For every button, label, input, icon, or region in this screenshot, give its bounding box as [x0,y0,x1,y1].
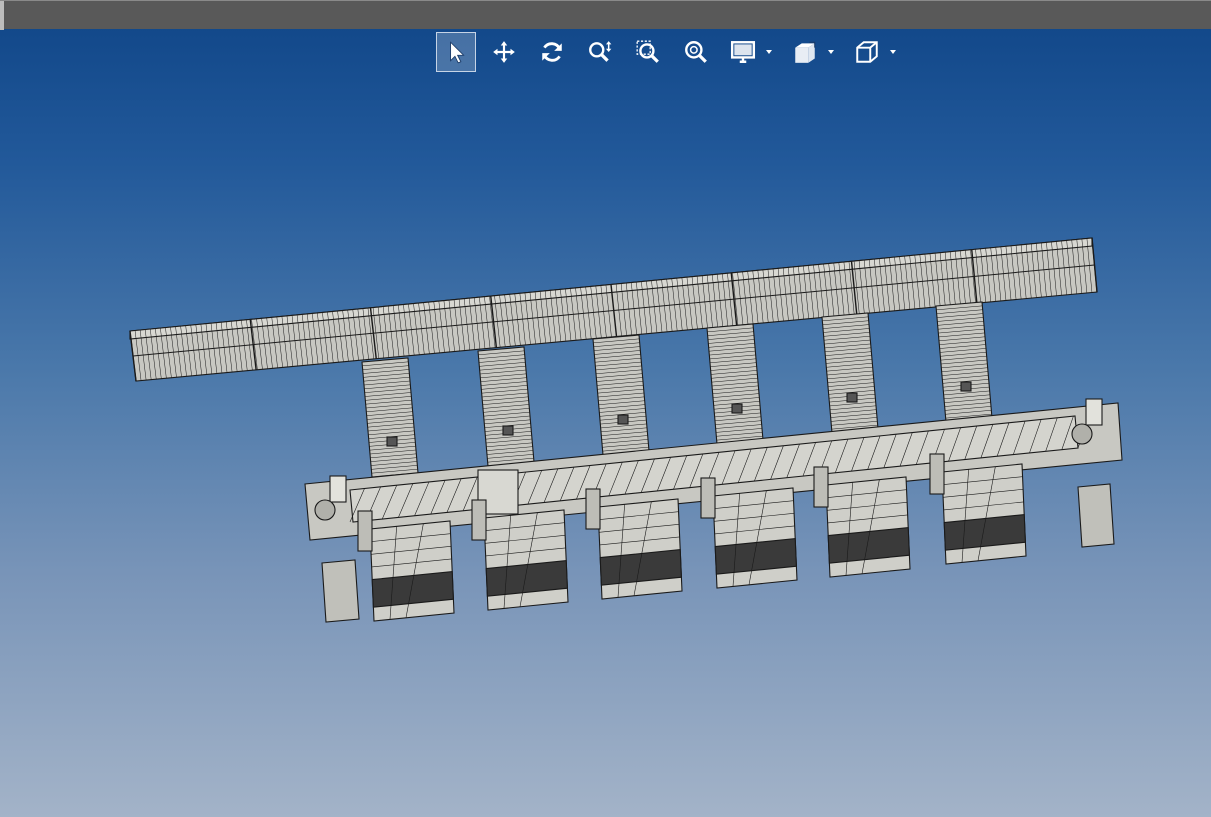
model-geometry [129,237,1123,623]
bin-actuator [929,453,945,495]
lane-sensor [386,436,398,447]
left-gearbox [314,499,336,521]
conveyor-assembly-model[interactable] [0,29,1211,817]
lane-sensor [502,425,514,436]
title-bar-edge [0,1,4,30]
lane-sensor [960,381,972,392]
title-bar [0,0,1211,30]
lane-sensor [731,403,743,414]
bin-actuator [813,466,829,508]
lane-sensor [617,414,629,425]
left-motor [329,475,347,503]
right-motor [1085,398,1103,426]
right-gearbox [1071,423,1093,445]
3d-viewport[interactable] [0,29,1211,817]
right-bracket [1077,483,1115,548]
left-bracket [321,559,360,623]
bin-actuator [357,510,373,552]
lane-sensor [846,392,858,403]
bin-actuator [471,499,487,541]
bin-actuator [700,477,716,519]
bin-actuator [585,488,601,530]
